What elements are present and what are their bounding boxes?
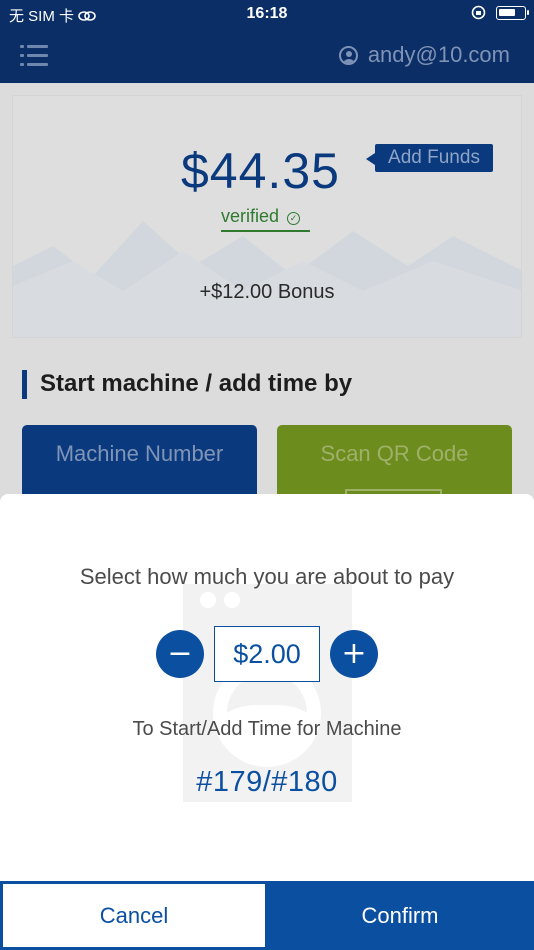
bonus-amount: +$12.00 Bonus <box>199 281 335 303</box>
app-header: andy@10.com <box>0 30 534 83</box>
section-title-text: Start machine / add time by <box>40 370 353 397</box>
increase-amount-button[interactable]: + <box>330 630 378 678</box>
user-icon <box>338 45 358 65</box>
battery-icon <box>496 5 529 20</box>
payment-prompt: Select how much you are about to pay <box>79 564 455 589</box>
check-circle-icon: ✓ <box>287 212 301 225</box>
orientation-lock-icon <box>471 5 486 20</box>
status-icons <box>471 5 529 20</box>
verified-status: verified ✓ <box>221 206 310 232</box>
section-title: Start machine / add time by <box>22 369 352 399</box>
machine-label: To Start/Add Time for Machine <box>132 718 402 740</box>
verified-label: verified <box>221 206 280 226</box>
payment-sheet: Select how much you are about to pay − $… <box>0 494 534 950</box>
amount-stepper: − $2.00 + <box>0 626 534 682</box>
clock: 16:18 <box>246 5 288 22</box>
decrease-amount-button[interactable]: − <box>156 630 204 678</box>
user-account[interactable]: andy@10.com <box>338 42 510 68</box>
confirm-button[interactable]: Confirm <box>266 881 534 950</box>
balance-amount: $44.35 <box>181 143 340 199</box>
machine-ids: #179/#180 <box>196 766 338 798</box>
status-bar: 无 SIM 卡 16:18 <box>0 0 534 30</box>
balance-card: $44.35 Add Funds verified ✓ +$12.00 Bonu… <box>12 95 522 338</box>
user-email: andy@10.com <box>367 42 510 67</box>
sheet-actions: Cancel Confirm <box>0 881 534 950</box>
menu-icon[interactable] <box>20 44 48 68</box>
add-funds-button[interactable]: Add Funds <box>366 144 493 172</box>
amount-value[interactable]: $2.00 <box>214 626 320 682</box>
cancel-button[interactable]: Cancel <box>3 884 265 947</box>
title-accent-bar <box>22 369 27 399</box>
machine-number-button[interactable]: Machine Number <box>22 425 257 505</box>
